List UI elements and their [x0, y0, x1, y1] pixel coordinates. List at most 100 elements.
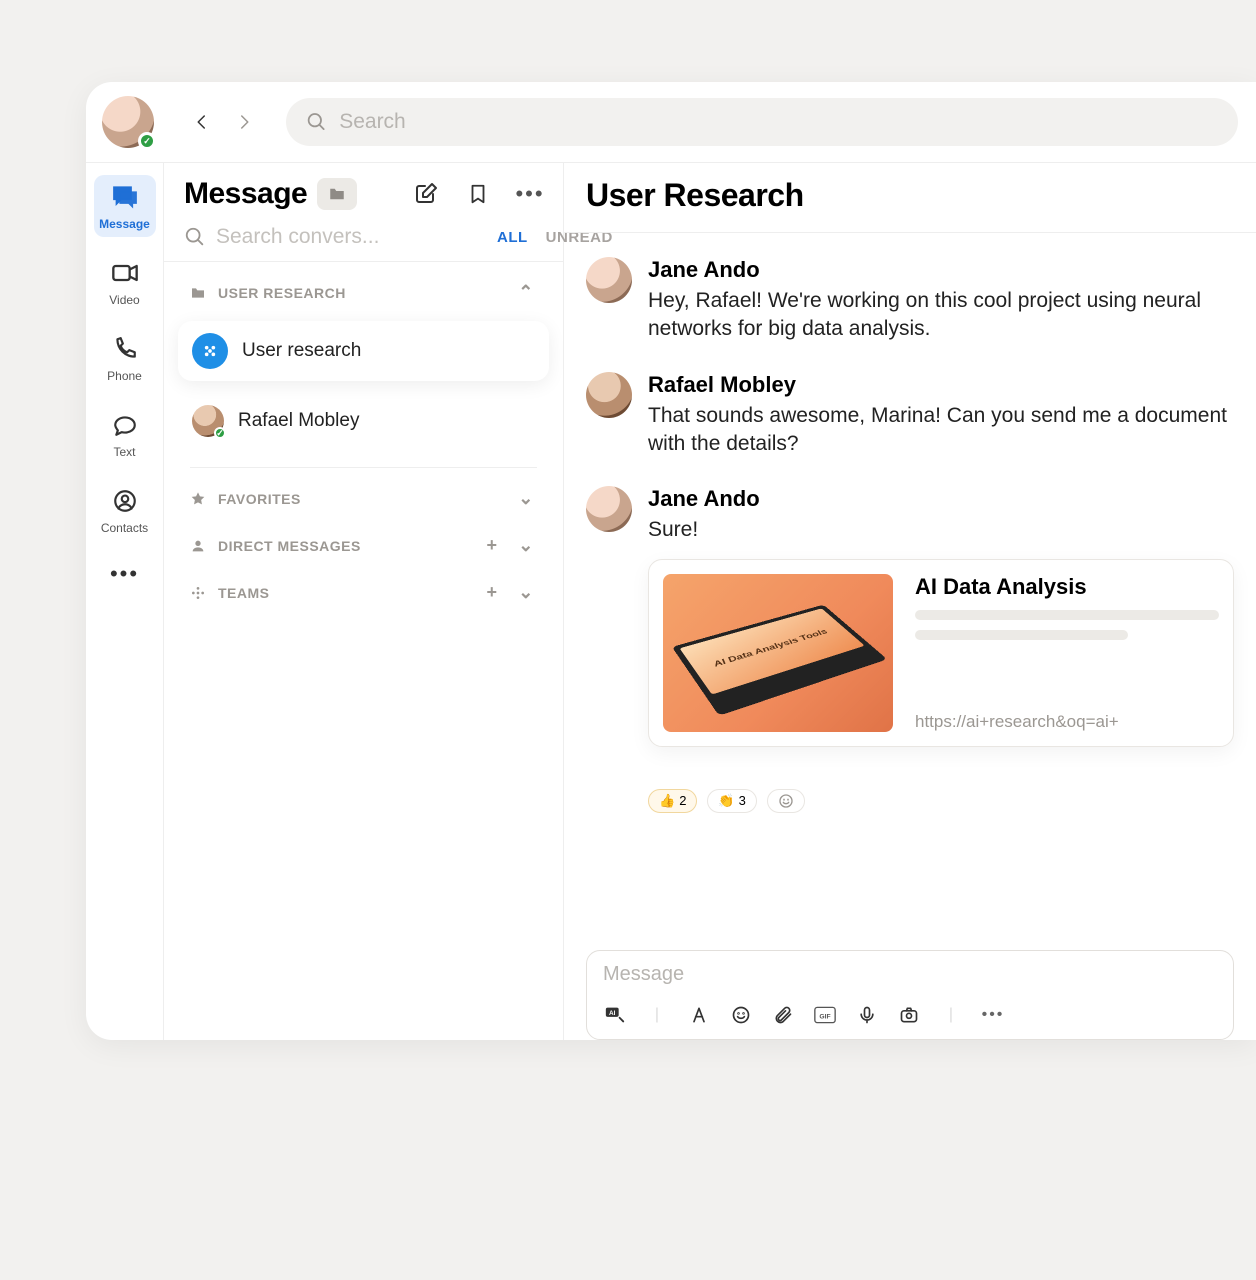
attachment-title: AI Data Analysis: [915, 574, 1219, 600]
conversation-title: Message: [184, 177, 307, 211]
reaction-thumbs-up[interactable]: 👍 2: [648, 789, 697, 813]
message-composer: AI | GIF: [586, 950, 1234, 1040]
ai-button[interactable]: AI: [603, 1003, 627, 1027]
reaction-clap[interactable]: 👏 3: [707, 789, 756, 813]
conversation-search-input[interactable]: [216, 225, 487, 249]
smile-plus-icon: [778, 793, 794, 809]
conversation-item-label: User research: [242, 340, 361, 362]
compose-icon: [414, 182, 438, 206]
chevron-down-icon[interactable]: ⌄: [515, 535, 537, 556]
rail-item-text[interactable]: Text: [94, 403, 156, 465]
chevron-down-icon[interactable]: ⌄: [515, 582, 537, 603]
message-icon: [109, 181, 141, 213]
format-icon: [689, 1005, 709, 1025]
attachment-thumb-text: AI Data Analysis Tools: [680, 608, 865, 694]
add-reaction-button[interactable]: [767, 789, 805, 813]
gif-button[interactable]: GIF: [813, 1003, 837, 1027]
phone-icon: [109, 333, 141, 365]
teams-icon: [190, 585, 206, 601]
rail-item-contacts[interactable]: Contacts: [94, 479, 156, 541]
current-user-avatar[interactable]: [102, 96, 154, 148]
global-search-input[interactable]: [339, 110, 1218, 134]
rail-label: Text: [113, 445, 135, 459]
message-input[interactable]: [603, 963, 1217, 991]
nav-rail: Message Video Phone Text: [86, 163, 164, 1040]
more-icon: •••: [982, 1006, 1005, 1024]
message-text: Hey, Rafael! We're working on this cool …: [648, 287, 1234, 344]
attachment-url: https://ai+research&oq=ai+: [915, 712, 1219, 732]
person-icon: [190, 538, 206, 554]
gif-icon: GIF: [814, 1005, 836, 1025]
filter-all[interactable]: ALL: [497, 229, 528, 246]
panel-more-button[interactable]: •••: [517, 181, 543, 207]
section-header[interactable]: TEAMS + ⌄: [190, 582, 537, 603]
reaction-count: 2: [679, 793, 686, 808]
message-text: That sounds awesome, Marina! Can you sen…: [648, 402, 1234, 459]
section-header[interactable]: USER RESEARCH ⌃: [190, 282, 537, 303]
rail-label: Phone: [107, 369, 142, 383]
message-text: Sure!: [648, 516, 1234, 544]
more-icon: •••: [515, 181, 544, 207]
body: Message Video Phone Text: [86, 162, 1256, 1040]
topbar: [86, 82, 1256, 162]
rail-label: Contacts: [101, 521, 148, 535]
section-direct-messages: DIRECT MESSAGES + ⌄: [164, 515, 563, 562]
section-favorites: FAVORITES ⌄: [164, 468, 563, 515]
message: Rafael Mobley That sounds awesome, Marin…: [586, 372, 1234, 459]
placeholder-line: [915, 630, 1128, 640]
rail-item-phone[interactable]: Phone: [94, 327, 156, 389]
message: Jane Ando Sure! AI Data Analysis Tools A…: [586, 486, 1234, 746]
chevron-down-icon[interactable]: ⌄: [515, 488, 537, 509]
folder-icon: [190, 285, 206, 301]
conversation-item-user-research[interactable]: User research: [178, 321, 549, 381]
attach-button[interactable]: [771, 1003, 795, 1027]
rail-more-button[interactable]: •••: [110, 561, 139, 587]
avatar: [192, 405, 224, 437]
reaction-emoji: 👏: [718, 793, 734, 809]
reaction-count: 3: [739, 793, 746, 808]
bookmark-button[interactable]: [465, 181, 491, 207]
conversation-search-row: ALL UNREAD: [164, 211, 563, 262]
paperclip-icon: [773, 1005, 793, 1025]
avatar[interactable]: [586, 486, 632, 532]
conversation-panel: Message •••: [164, 163, 564, 1040]
mic-button[interactable]: [855, 1003, 879, 1027]
channel-icon: [192, 333, 228, 369]
text-icon: [109, 409, 141, 441]
emoji-button[interactable]: [729, 1003, 753, 1027]
nav-forward-button[interactable]: [232, 110, 256, 134]
app-window: Message Video Phone Text: [86, 82, 1256, 1040]
composer-toolbar: AI | GIF: [603, 1003, 1217, 1027]
section-header[interactable]: DIRECT MESSAGES + ⌄: [190, 535, 537, 556]
camera-button[interactable]: [897, 1003, 921, 1027]
avatar[interactable]: [586, 372, 632, 418]
avatar[interactable]: [586, 257, 632, 303]
section-user-research: USER RESEARCH ⌃: [164, 262, 563, 309]
search-icon: [184, 226, 206, 248]
add-button[interactable]: +: [481, 535, 503, 556]
section-header[interactable]: FAVORITES ⌄: [190, 488, 537, 509]
format-button[interactable]: [687, 1003, 711, 1027]
message-author: Jane Ando: [648, 257, 1234, 283]
global-search[interactable]: [286, 98, 1238, 146]
attachment-thumbnail: AI Data Analysis Tools: [663, 574, 893, 732]
svg-text:GIF: GIF: [819, 1013, 830, 1020]
folder-button[interactable]: [317, 178, 357, 210]
rail-item-video[interactable]: Video: [94, 251, 156, 313]
placeholder-line: [915, 610, 1219, 620]
conversation-item-label: Rafael Mobley: [238, 410, 359, 432]
add-button[interactable]: +: [481, 582, 503, 603]
section-label: USER RESEARCH: [218, 285, 346, 301]
svg-text:AI: AI: [609, 1010, 616, 1017]
composer-more-button[interactable]: •••: [981, 1003, 1005, 1027]
nav-back-button[interactable]: [190, 110, 214, 134]
chevron-up-icon[interactable]: ⌃: [515, 282, 537, 303]
attachment-card[interactable]: AI Data Analysis Tools AI Data Analysis …: [648, 559, 1234, 747]
message-list: Jane Ando Hey, Rafael! We're working on …: [564, 233, 1256, 950]
smile-icon: [731, 1005, 751, 1025]
chat-title: User Research: [564, 177, 1256, 233]
rail-item-message[interactable]: Message: [94, 175, 156, 237]
rail-label: Message: [99, 217, 150, 231]
compose-button[interactable]: [413, 181, 439, 207]
conversation-item-rafael[interactable]: Rafael Mobley: [178, 393, 549, 449]
